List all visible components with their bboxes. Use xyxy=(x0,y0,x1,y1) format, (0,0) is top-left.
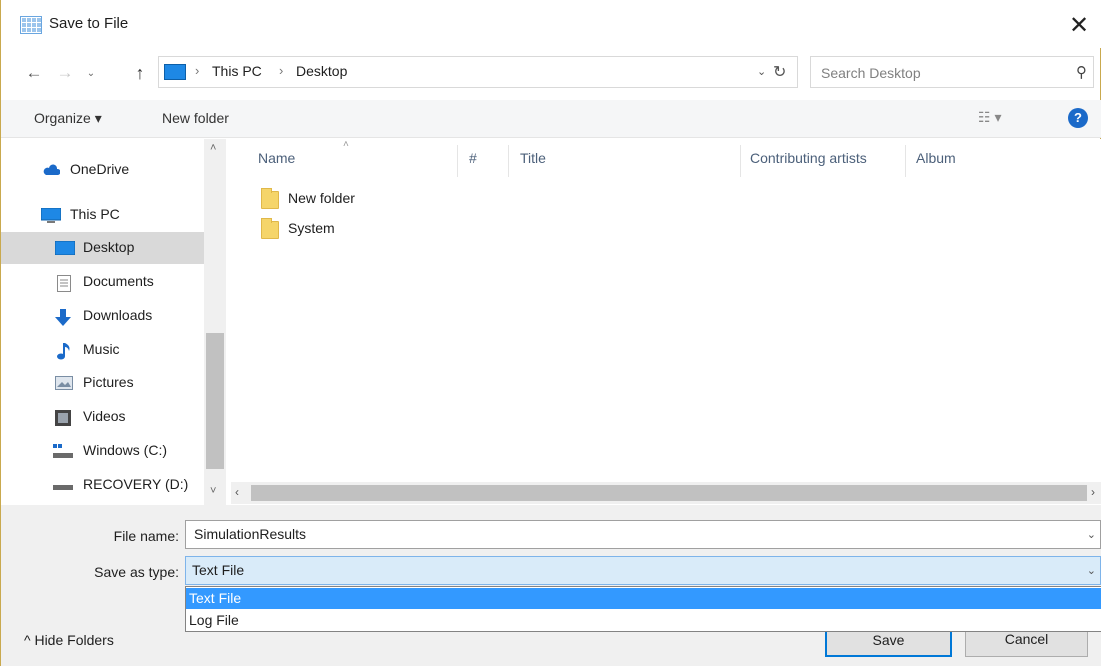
address-bar[interactable]: › This PC › Desktop ⌄ ↻ xyxy=(158,56,798,88)
onedrive-icon xyxy=(43,163,61,177)
chevron-down-icon[interactable]: ⌄ xyxy=(1087,564,1096,577)
title-bar: Save to File ✕ xyxy=(1,0,1101,48)
sidebar-item-label: RECOVERY (D:) xyxy=(83,476,189,492)
hide-folders-button[interactable]: ^ Hide Folders xyxy=(24,632,114,648)
scrollbar-thumb[interactable] xyxy=(251,485,1087,501)
scroll-down-icon[interactable]: ˅ xyxy=(210,485,216,497)
documents-icon xyxy=(57,275,74,292)
file-name-label: File name: xyxy=(113,528,179,544)
sidebar-item-music[interactable]: Music xyxy=(1,334,204,366)
file-name-field[interactable]: SimulationResults ⌄ xyxy=(185,520,1101,549)
scroll-left-icon[interactable]: ‹ xyxy=(235,485,239,499)
scrollbar-thumb[interactable] xyxy=(206,333,224,469)
folder-icon xyxy=(261,218,279,239)
videos-icon xyxy=(55,410,72,426)
column-header-title[interactable]: Title xyxy=(520,150,546,166)
chevron-down-icon[interactable]: ⌄ xyxy=(1087,528,1096,541)
breadcrumb-separator[interactable]: › xyxy=(195,63,199,78)
sidebar-item-desktop[interactable]: Desktop xyxy=(1,232,204,264)
breadcrumb-desktop[interactable]: Desktop xyxy=(296,63,347,79)
column-divider[interactable] xyxy=(740,145,741,177)
sidebar-item-windows-c[interactable]: Windows (C:) xyxy=(1,435,204,467)
file-name-value[interactable]: SimulationResults xyxy=(194,526,306,542)
search-icon[interactable]: ⚲ xyxy=(1076,63,1087,81)
file-list: ˄ Name # Title Contributing artists Albu… xyxy=(231,139,1101,505)
up-arrow-icon: ↑ xyxy=(135,62,145,83)
sidebar-item-label: OneDrive xyxy=(70,161,130,177)
close-button[interactable]: ✕ xyxy=(1056,8,1101,42)
forward-arrow-icon: → xyxy=(56,63,74,82)
save-as-type-dropdown: Text File Log File xyxy=(185,586,1101,632)
sidebar-item-downloads[interactable]: Downloads xyxy=(1,300,204,332)
pictures-icon xyxy=(55,376,73,390)
sidebar-item-label: Desktop xyxy=(83,239,135,255)
sidebar-item-label: Pictures xyxy=(83,374,134,390)
sidebar-item-label: Documents xyxy=(83,273,154,289)
sidebar-item-label: Downloads xyxy=(83,307,153,323)
drive-c-icon xyxy=(53,444,73,458)
help-icon[interactable]: ? xyxy=(1068,108,1088,128)
forward-button[interactable]: → xyxy=(54,61,76,85)
app-icon xyxy=(20,16,42,34)
recent-locations-button[interactable]: ⌄ xyxy=(80,61,102,85)
column-header-contributing-artists[interactable]: Contributing artists xyxy=(750,150,867,166)
back-button[interactable]: ← xyxy=(23,61,45,85)
file-list-scrollbar[interactable]: ‹ › xyxy=(231,482,1101,504)
search-input[interactable] xyxy=(821,62,1041,84)
file-name: New folder xyxy=(288,190,355,206)
sidebar-item-videos[interactable]: Videos xyxy=(1,401,204,433)
this-pc-icon xyxy=(40,207,62,223)
save-as-type-select[interactable]: Text File ⌄ xyxy=(185,556,1101,585)
sidebar-item-recovery-d[interactable]: RECOVERY (D:) xyxy=(1,469,204,501)
file-name: System xyxy=(288,220,335,236)
sidebar-item-label: This PC xyxy=(70,206,120,222)
this-pc-icon xyxy=(164,64,186,80)
command-bar: Organize ▾ New folder ☷ ▾ ? xyxy=(1,100,1101,138)
save-as-type-label: Save as type: xyxy=(94,564,179,580)
music-icon xyxy=(57,343,74,360)
save-as-type-value: Text File xyxy=(192,562,245,578)
list-item[interactable]: System xyxy=(257,217,457,245)
column-header-number[interactable]: # xyxy=(469,150,477,166)
list-item[interactable]: New folder xyxy=(257,187,457,215)
save-dialog: Save to File ✕ ← → ⌄ ↑ › This PC › Deskt… xyxy=(0,0,1101,666)
folder-icon xyxy=(261,188,279,209)
back-arrow-icon: ← xyxy=(25,63,43,82)
new-folder-button[interactable]: New folder xyxy=(162,110,229,126)
scroll-up-icon[interactable]: ˄ xyxy=(210,142,216,154)
breadcrumb-this-pc[interactable]: This PC xyxy=(212,63,262,79)
column-header-name[interactable]: Name xyxy=(258,150,295,166)
sidebar-item-onedrive[interactable]: OneDrive xyxy=(1,154,204,186)
sidebar-item-label: Music xyxy=(83,341,120,357)
navigation-pane: OneDrive This PC Desktop Documents Downl… xyxy=(1,139,229,505)
navigation-bar: ← → ⌄ ↑ › This PC › Desktop ⌄ ↻ ⚲ xyxy=(1,56,1101,90)
search-box: ⚲ xyxy=(810,56,1094,88)
dropdown-option-log-file[interactable]: Log File xyxy=(186,610,1101,631)
close-icon: ✕ xyxy=(1068,11,1090,39)
address-dropdown-icon[interactable]: ⌄ xyxy=(757,65,766,78)
sidebar-item-label: Videos xyxy=(83,408,126,424)
sidebar-item-pictures[interactable]: Pictures xyxy=(1,367,204,399)
chevron-down-icon: ⌄ xyxy=(86,67,96,79)
desktop-icon xyxy=(54,240,76,256)
downloads-icon xyxy=(55,309,72,326)
refresh-icon[interactable]: ↻ xyxy=(773,62,786,82)
breadcrumb-separator[interactable]: › xyxy=(279,63,283,78)
sort-ascending-icon: ˄ xyxy=(343,139,349,150)
column-divider[interactable] xyxy=(457,145,458,177)
scroll-right-icon[interactable]: › xyxy=(1091,485,1095,499)
column-header-album[interactable]: Album xyxy=(916,150,956,166)
sidebar-item-documents[interactable]: Documents xyxy=(1,266,204,298)
dropdown-option-text-file[interactable]: Text File xyxy=(186,588,1101,609)
drive-d-icon xyxy=(53,478,73,492)
column-divider[interactable] xyxy=(905,145,906,177)
column-divider[interactable] xyxy=(508,145,509,177)
window-title: Save to File xyxy=(49,15,129,32)
organize-button[interactable]: Organize ▾ xyxy=(34,110,102,127)
sidebar-item-this-pc[interactable]: This PC xyxy=(1,199,204,231)
change-view-button[interactable]: ☷ ▾ xyxy=(978,109,1001,126)
up-button[interactable]: ↑ xyxy=(129,61,151,85)
sidebar-item-label: Windows (C:) xyxy=(83,442,168,458)
navigation-pane-scrollbar[interactable]: ˄ ˅ xyxy=(204,139,226,505)
